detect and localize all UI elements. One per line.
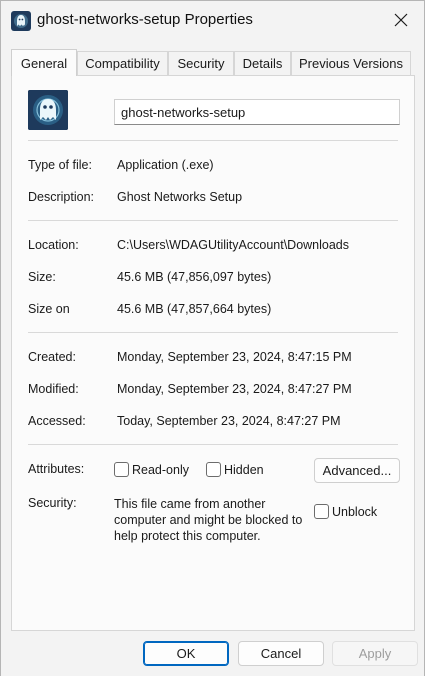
unblock-checkbox[interactable]: Unblock [314, 504, 377, 519]
modified-value: Monday, September 23, 2024, 8:47:27 PM [117, 382, 352, 396]
type-value: Application (.exe) [117, 158, 214, 172]
tab-security[interactable]: Security [168, 51, 234, 75]
ok-button[interactable]: OK [143, 641, 229, 666]
close-button[interactable] [378, 1, 424, 39]
description-value: Ghost Networks Setup [117, 190, 243, 204]
created-value: Monday, September 23, 2024, 8:47:15 PM [117, 350, 352, 364]
divider [28, 444, 398, 445]
general-panel: Type of file: Application (.exe) Descrip… [11, 75, 415, 631]
checkbox-box [114, 462, 129, 477]
type-label: Type of file: [28, 158, 92, 172]
tab-details[interactable]: Details [234, 51, 291, 75]
size-on-disk-value: 45.6 MB (47,857,664 bytes) [117, 302, 272, 316]
readonly-label: Read-only [132, 462, 189, 477]
dialog-footer: OK Cancel Apply [1, 631, 424, 676]
tab-compatibility[interactable]: Compatibility [77, 51, 168, 75]
location-value: C:\Users\WDAGUtilityAccount\Downloads [117, 238, 350, 252]
divider [28, 140, 398, 141]
tab-strip: General Compatibility Security Details P… [11, 49, 415, 76]
modified-label: Modified: [28, 382, 79, 396]
file-name-input[interactable] [114, 99, 400, 125]
size-on-disk-label: Size on [28, 302, 70, 316]
properties-window: ghost-networks-setup Properties General … [0, 0, 425, 676]
size-label: Size: [28, 270, 56, 284]
hidden-checkbox[interactable]: Hidden [206, 462, 264, 477]
unblock-label: Unblock [332, 504, 378, 519]
accessed-value: Today, September 23, 2024, 8:47:27 PM [117, 414, 341, 428]
location-label: Location: [28, 238, 79, 252]
readonly-checkbox[interactable]: Read-only [114, 462, 189, 477]
accessed-label: Accessed: [28, 414, 86, 428]
checkbox-box [314, 504, 329, 519]
title-bar: ghost-networks-setup Properties [1, 1, 424, 41]
window-title: ghost-networks-setup Properties [37, 11, 253, 28]
tab-previous-versions[interactable]: Previous Versions [291, 51, 411, 75]
cancel-button[interactable]: Cancel [238, 641, 324, 666]
apply-button[interactable]: Apply [332, 641, 418, 666]
security-message: This file came from another computer and… [114, 497, 303, 543]
divider [28, 332, 398, 333]
divider [28, 220, 398, 221]
created-label: Created: [28, 350, 76, 364]
attributes-label: Attributes: [28, 462, 85, 476]
checkbox-box [206, 462, 221, 477]
advanced-button[interactable]: Advanced... [314, 458, 400, 483]
hidden-label: Hidden [224, 462, 264, 477]
ghost-file-icon [28, 90, 68, 130]
security-label: Security: [28, 496, 77, 510]
tab-general[interactable]: General [11, 49, 77, 76]
ghost-app-icon [11, 11, 31, 31]
size-value: 45.6 MB (47,856,097 bytes) [117, 270, 272, 284]
description-label: Description: [28, 190, 94, 204]
close-icon [394, 13, 408, 27]
